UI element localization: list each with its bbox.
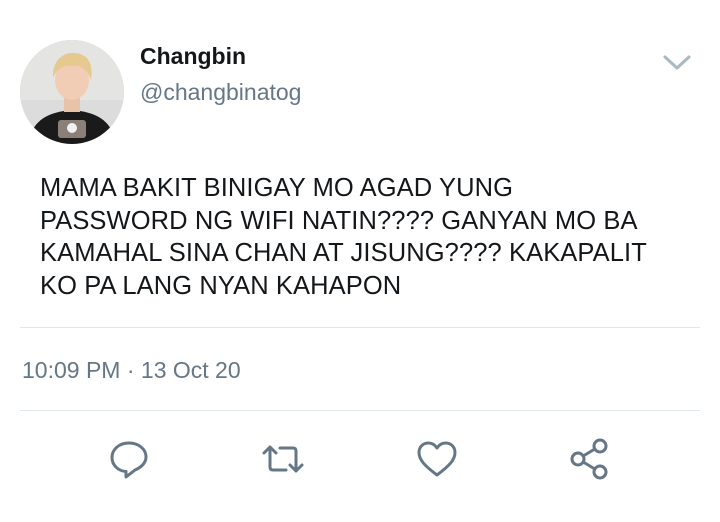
tweet-text: MAMA BAKIT BINIGAY MO AGAD YUNG PASSWORD… [40, 174, 647, 300]
author-name[interactable]: Changbin [140, 42, 246, 70]
tweet-time: 10:09 PM [22, 357, 121, 383]
tweet-date: 13 Oct 20 [140, 357, 241, 383]
tweet-card: Changbin @changbinatog MAMA BAKIT BINIGA… [0, 0, 720, 522]
share-icon [570, 438, 608, 480]
timestamp-separator: · [126, 357, 135, 383]
like-button[interactable] [414, 436, 460, 482]
retweet-icon [262, 445, 304, 473]
tweet-timestamp[interactable]: 10:09 PM · 13 Oct 20 [22, 356, 241, 384]
chevron-down-icon [663, 55, 691, 70]
divider [20, 410, 700, 411]
avatar[interactable] [20, 40, 124, 144]
retweet-button[interactable] [260, 436, 306, 482]
author-handle[interactable]: @changbinatog [140, 78, 301, 106]
reply-button[interactable] [106, 436, 152, 482]
share-button[interactable] [566, 436, 612, 482]
divider [20, 327, 700, 328]
heart-icon [417, 441, 457, 477]
avatar-photo [20, 40, 124, 144]
reply-icon [110, 441, 148, 479]
tweet-menu-button[interactable] [660, 50, 694, 74]
